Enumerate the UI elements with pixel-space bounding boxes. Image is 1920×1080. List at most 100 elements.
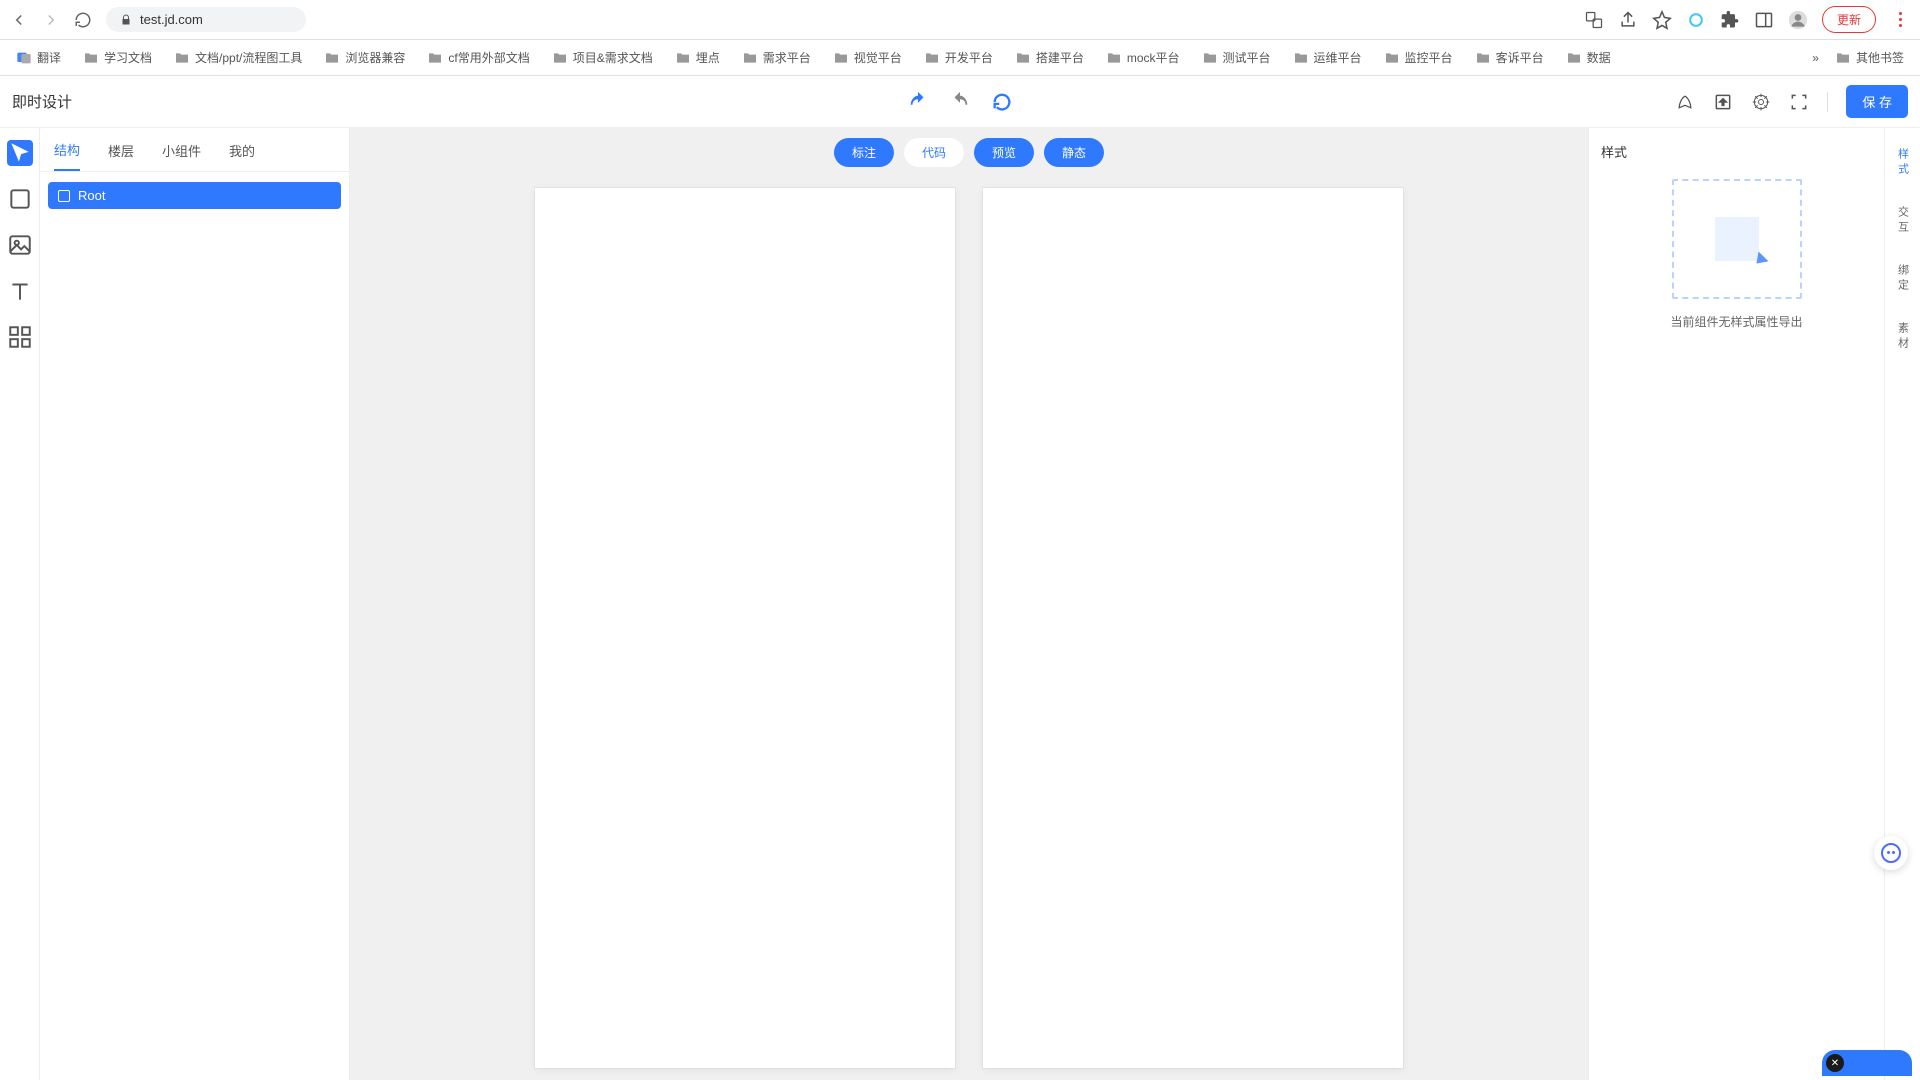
view-tab-preview[interactable]: 预览 xyxy=(974,138,1034,167)
profile-icon[interactable] xyxy=(1788,10,1808,30)
undo-button[interactable] xyxy=(907,91,929,113)
folder-icon xyxy=(1106,50,1122,66)
bookmark-item[interactable]: 客诉平台 xyxy=(1469,46,1550,69)
ai-icon[interactable] xyxy=(1751,92,1771,112)
panel-icon[interactable] xyxy=(1754,10,1774,30)
rectangle-tool[interactable] xyxy=(7,186,33,212)
bookmarks-overflow-icon[interactable]: » xyxy=(1812,51,1819,65)
layer-tree: Root xyxy=(40,172,349,219)
bookmark-item[interactable]: 项目&需求文档 xyxy=(546,46,659,69)
app-header: 即时设计 保 存 xyxy=(0,76,1920,128)
folder-icon xyxy=(742,50,758,66)
image-tool[interactable] xyxy=(7,232,33,258)
empty-state-text: 当前组件无样式属性导出 xyxy=(1601,313,1872,330)
share-icon[interactable] xyxy=(1618,10,1638,30)
bookmark-item[interactable]: 开发平台 xyxy=(918,46,999,69)
artboards xyxy=(535,188,1403,1068)
export-icon[interactable] xyxy=(1713,92,1733,112)
reload-button[interactable] xyxy=(74,11,92,29)
bookmark-item[interactable]: 翻译 xyxy=(10,46,67,69)
bookmark-item[interactable]: 测试平台 xyxy=(1196,46,1277,69)
right-rail: 样式 交互 绑定 素材 xyxy=(1884,128,1920,1080)
bookmark-item[interactable]: 数据 xyxy=(1560,46,1617,69)
address-bar[interactable]: test.jd.com xyxy=(106,7,306,32)
rail-style[interactable]: 样式 xyxy=(1895,148,1911,178)
redo-button[interactable] xyxy=(949,91,971,113)
bookmark-item[interactable]: 运维平台 xyxy=(1287,46,1368,69)
view-mode-tabs: 标注 代码 预览 静态 xyxy=(834,138,1104,167)
circle-icon[interactable] xyxy=(1686,10,1706,30)
folder-icon xyxy=(552,50,568,66)
bottom-widget[interactable]: ✕ xyxy=(1822,1050,1912,1076)
save-button[interactable]: 保 存 xyxy=(1846,85,1908,118)
view-tab-annotate[interactable]: 标注 xyxy=(834,138,894,167)
folder-icon xyxy=(174,50,190,66)
bookmark-item[interactable]: 学习文档 xyxy=(77,46,158,69)
cursor-tool[interactable] xyxy=(7,140,33,166)
main-area: 结构 楼层 小组件 我的 Root 标注 代码 预览 静态 样式 当前组件无样 xyxy=(0,128,1920,1080)
folder-icon xyxy=(1566,50,1582,66)
menu-icon[interactable] xyxy=(1890,12,1910,27)
bookmark-item[interactable]: 浏览器兼容 xyxy=(318,46,411,69)
lock-icon xyxy=(120,14,132,26)
update-button[interactable]: 更新 xyxy=(1822,6,1876,33)
canvas[interactable]: 标注 代码 预览 静态 xyxy=(350,128,1588,1080)
view-tab-static[interactable]: 静态 xyxy=(1044,138,1104,167)
right-panel: 样式 当前组件无样式属性导出 xyxy=(1588,128,1884,1080)
back-button[interactable] xyxy=(10,11,28,29)
right-panel-title: 样式 xyxy=(1601,142,1872,161)
rail-assets[interactable]: 素材 xyxy=(1895,322,1911,352)
text-tool[interactable] xyxy=(7,278,33,304)
tab-structure[interactable]: 结构 xyxy=(54,140,80,171)
fit-icon[interactable] xyxy=(1789,92,1809,112)
bookmark-item[interactable]: mock平台 xyxy=(1100,46,1186,69)
bookmarks-bar: 翻译 学习文档 文档/ppt/流程图工具 浏览器兼容 cf常用外部文档 项目&需… xyxy=(0,40,1920,76)
divider xyxy=(1827,92,1828,112)
bookmark-item[interactable]: 监控平台 xyxy=(1378,46,1459,69)
folder-icon xyxy=(1475,50,1491,66)
bookmark-item[interactable]: 搭建平台 xyxy=(1009,46,1090,69)
left-panel-tabs: 结构 楼层 小组件 我的 xyxy=(40,128,349,172)
close-icon[interactable]: ✕ xyxy=(1826,1054,1844,1072)
face-icon xyxy=(1881,843,1901,863)
tab-mine[interactable]: 我的 xyxy=(229,141,255,170)
rail-bind[interactable]: 绑定 xyxy=(1895,264,1911,294)
bookmark-item[interactable]: 视觉平台 xyxy=(827,46,908,69)
app-title: 即时设计 xyxy=(12,91,72,112)
rocket-icon[interactable] xyxy=(1675,92,1695,112)
artboard[interactable] xyxy=(983,188,1403,1068)
translate-icon[interactable] xyxy=(1584,10,1604,30)
folder-icon xyxy=(833,50,849,66)
folder-icon xyxy=(1293,50,1309,66)
view-tab-code[interactable]: 代码 xyxy=(904,138,964,167)
folder-icon xyxy=(83,50,99,66)
folder-icon xyxy=(924,50,940,66)
empty-state-icon xyxy=(1672,179,1802,299)
bookmark-item[interactable]: 埋点 xyxy=(669,46,726,69)
folder-icon xyxy=(427,50,443,66)
frame-icon xyxy=(58,190,70,202)
artboard[interactable] xyxy=(535,188,955,1068)
translate-bm-icon xyxy=(16,50,32,66)
bookmark-item[interactable]: 文档/ppt/流程图工具 xyxy=(168,46,308,69)
tree-node-label: Root xyxy=(78,188,105,203)
left-panel: 结构 楼层 小组件 我的 Root xyxy=(40,128,350,1080)
refresh-button[interactable] xyxy=(991,91,1013,113)
tab-widget[interactable]: 小组件 xyxy=(162,141,201,170)
tab-floor[interactable]: 楼层 xyxy=(108,141,134,170)
forward-button[interactable] xyxy=(42,11,60,29)
rail-interaction[interactable]: 交互 xyxy=(1895,206,1911,236)
tool-rail xyxy=(0,128,40,1080)
tree-node-root[interactable]: Root xyxy=(48,182,341,209)
bookmark-item[interactable]: cf常用外部文档 xyxy=(421,46,535,69)
folder-icon xyxy=(1015,50,1031,66)
url-text: test.jd.com xyxy=(140,12,203,27)
star-icon[interactable] xyxy=(1652,10,1672,30)
bookmark-item[interactable]: 需求平台 xyxy=(736,46,817,69)
folder-icon xyxy=(324,50,340,66)
browser-toolbar: test.jd.com 更新 xyxy=(0,0,1920,40)
bookmark-item[interactable]: 其他书签 xyxy=(1829,46,1910,69)
assistant-button[interactable] xyxy=(1874,836,1908,870)
extensions-icon[interactable] xyxy=(1720,10,1740,30)
components-tool[interactable] xyxy=(7,324,33,350)
